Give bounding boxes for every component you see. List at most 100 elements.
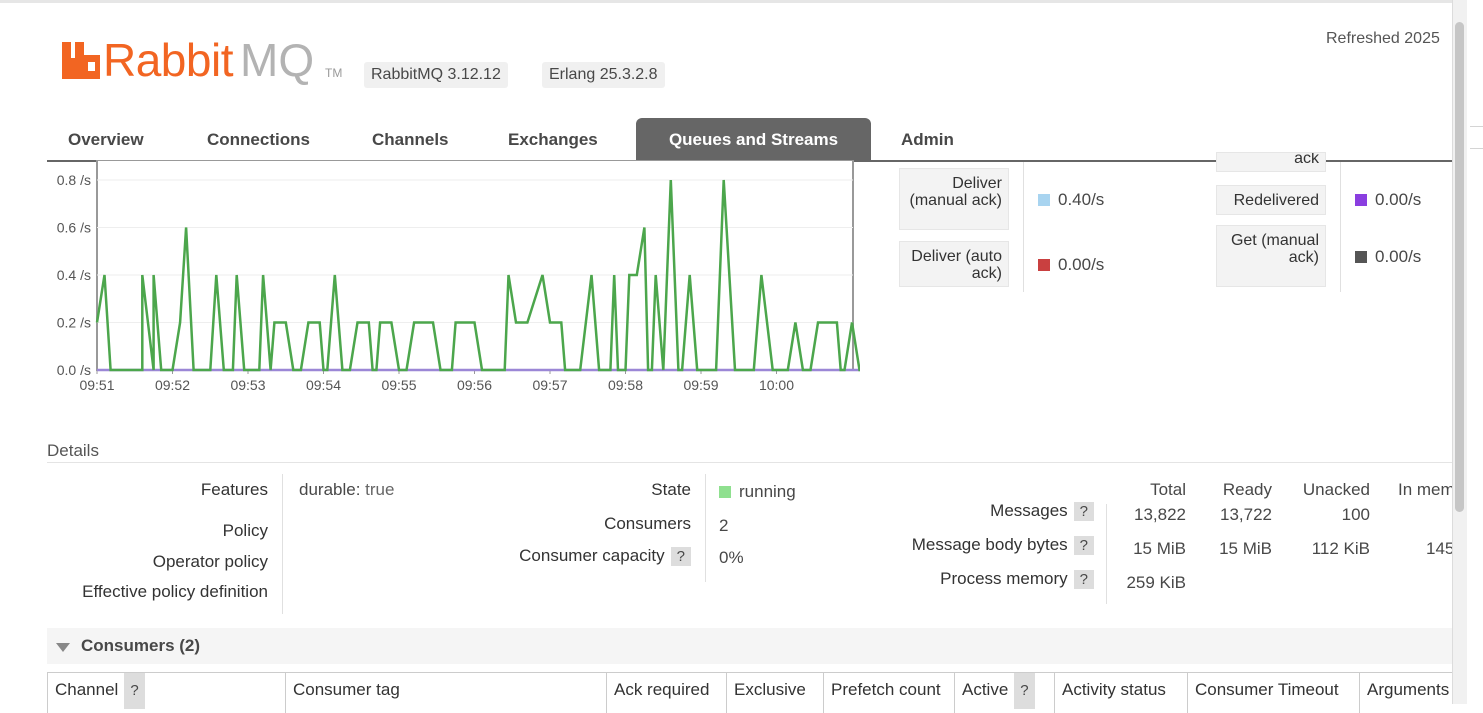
plot-frame: [96, 160, 854, 371]
stats-header-unacked: Unacked: [1302, 480, 1370, 499]
message-body-bytes-text: Message body bytes: [911, 535, 1068, 554]
x-tick-label: 09:52: [155, 377, 190, 393]
column-header-arguments[interactable]: Arguments: [1360, 673, 1452, 713]
details-divider: [47, 462, 1452, 463]
get-manual-ack-label: Get (manual ack): [1216, 225, 1326, 287]
x-tick-label: 09:55: [381, 377, 416, 393]
durable-key: durable:: [299, 480, 361, 499]
legend-swatch: [1355, 251, 1367, 263]
rabbitmq-logo-icon: [62, 42, 100, 79]
y-tick-label: 0.6 /s: [57, 220, 91, 236]
consumers-value: 2: [719, 516, 729, 535]
x-tick-label: 09:54: [306, 377, 341, 393]
details-separator: [705, 474, 706, 582]
process-memory-text: Process memory: [940, 569, 1068, 588]
legend-swatch: [1355, 194, 1367, 206]
state-value: running: [719, 482, 796, 502]
x-tick-label: 09:51: [79, 377, 114, 393]
collapse-triangle-icon: [56, 643, 70, 652]
logo-text-rabbit: Rabbit: [103, 34, 233, 86]
column-header-prefetch-count[interactable]: Prefetch count: [824, 673, 955, 713]
column-header-activity-status[interactable]: Activity status: [1055, 673, 1188, 713]
tab-queues-and-streams[interactable]: Queues and Streams: [636, 118, 871, 161]
state-swatch: [719, 486, 731, 498]
deliver-manual-ack-label: Deliver (manual ack): [899, 168, 1009, 230]
top-border: [0, 0, 1452, 3]
deliver-auto-ack-value: 0.00/s: [1058, 255, 1105, 274]
deliver-manual-ack-value: 0.40/s: [1058, 190, 1105, 209]
messages-text: Messages: [990, 501, 1068, 520]
tab-exchanges[interactable]: Exchanges: [508, 118, 598, 161]
help-button[interactable]: ?: [1073, 570, 1094, 589]
effective-policy-label: Effective policy definition: [82, 582, 268, 601]
messages-label: Messages?: [990, 501, 1094, 521]
state-text: running: [739, 482, 796, 501]
help-button[interactable]: ?: [1073, 536, 1094, 555]
consumer-capacity-value: 0%: [719, 548, 744, 567]
logo-text-mq: MQ: [240, 34, 315, 86]
consumer-capacity-label: Consumer capacity?: [519, 546, 691, 566]
operator-policy-label: Operator policy: [152, 552, 268, 571]
column-separator: [1023, 162, 1024, 292]
column-header-active[interactable]: Active?: [955, 673, 1055, 713]
deliver-auto-ack-rate: 0.00/s: [1038, 255, 1104, 275]
messages-ready: 13,722: [1220, 505, 1272, 524]
consumers-section-toggle[interactable]: Consumers (2): [47, 628, 1452, 664]
consumers-table-header: Channel? Consumer tag Ack required Exclu…: [47, 672, 1452, 713]
tab-channels[interactable]: Channels: [372, 118, 449, 161]
column-header-channel[interactable]: Channel?: [47, 673, 286, 713]
x-tick-label: 09:53: [230, 377, 265, 393]
get-manual-ack-rate: 0.00/s: [1355, 247, 1421, 267]
logo-trademark: TM: [325, 66, 343, 80]
tab-overview[interactable]: Overview: [68, 118, 144, 161]
features-value: durable: true: [299, 480, 394, 500]
stats-header-ready: Ready: [1222, 480, 1272, 499]
scrollbar-thumb[interactable]: [1455, 22, 1464, 512]
deliver-auto-ack-label: Deliver (auto ack): [899, 241, 1009, 287]
messages-unacked: 100: [1341, 505, 1370, 524]
rabbitmq-version-badge: RabbitMQ 3.12.12: [364, 62, 508, 88]
consumer-capacity-text: Consumer capacity: [519, 546, 665, 565]
legend-swatch: [1038, 259, 1050, 271]
tab-admin[interactable]: Admin: [901, 118, 954, 161]
column-header-exclusive[interactable]: Exclusive: [727, 673, 824, 713]
y-tick-label: 0.0 /s: [57, 362, 91, 378]
consumers-section-title: Consumers (2): [81, 636, 201, 655]
messages-total: 13,822: [1134, 505, 1186, 524]
details-section-title: Details: [47, 441, 99, 460]
column-title: Active: [962, 680, 1009, 699]
stats-header-in-memory: In memory: [1398, 480, 1452, 499]
y-tick-label: 0.8 /s: [57, 172, 91, 188]
erlang-version-badge: Erlang 25.3.2.8: [542, 62, 665, 88]
process-memory-value: 259 KiB: [1126, 573, 1186, 592]
help-button[interactable]: ?: [670, 547, 691, 566]
help-button[interactable]: ?: [1073, 502, 1094, 521]
column-header-consumer-timeout[interactable]: Consumer Timeout: [1188, 673, 1360, 713]
column-header-consumer-tag[interactable]: Consumer tag: [286, 673, 607, 713]
durable-value: true: [365, 480, 395, 499]
details-separator: [1106, 504, 1107, 604]
deliver-manual-ack-rate: 0.40/s: [1038, 190, 1104, 210]
body-bytes-ready: 15 MiB: [1219, 539, 1272, 558]
features-label: Features: [200, 480, 268, 499]
redelivered-label: Redelivered: [1216, 185, 1326, 215]
x-tick-label: 09:57: [532, 377, 567, 393]
column-title: Channel: [55, 680, 119, 699]
y-tick-label: 0.2 /s: [57, 315, 91, 331]
get-manual-ack-value: 0.00/s: [1375, 247, 1422, 266]
edge-mark: [1470, 126, 1483, 127]
x-tick-label: 09:59: [683, 377, 718, 393]
x-tick-label: 09:56: [457, 377, 492, 393]
body-bytes-in-memory: 145: [1426, 539, 1452, 558]
column-header-ack-required[interactable]: Ack required: [607, 673, 727, 713]
tab-connections[interactable]: Connections: [207, 118, 310, 161]
message-rates-chart: 0.0 /s 0.2 /s 0.4 /s 0.6 /s 0.8 /s 09:51 09:52…: [57, 160, 860, 393]
refreshed-timestamp: Refreshed 2025: [1326, 30, 1440, 47]
edge-mark: [1470, 148, 1483, 149]
process-memory-label: Process memory?: [940, 569, 1094, 589]
truncated-label: ack: [1216, 152, 1326, 172]
x-tick-label: 10:00: [759, 377, 794, 393]
redelivered-rate: 0.00/s: [1355, 190, 1421, 210]
x-tick-label: 09:58: [608, 377, 643, 393]
stats-header-total: Total: [1150, 480, 1186, 499]
